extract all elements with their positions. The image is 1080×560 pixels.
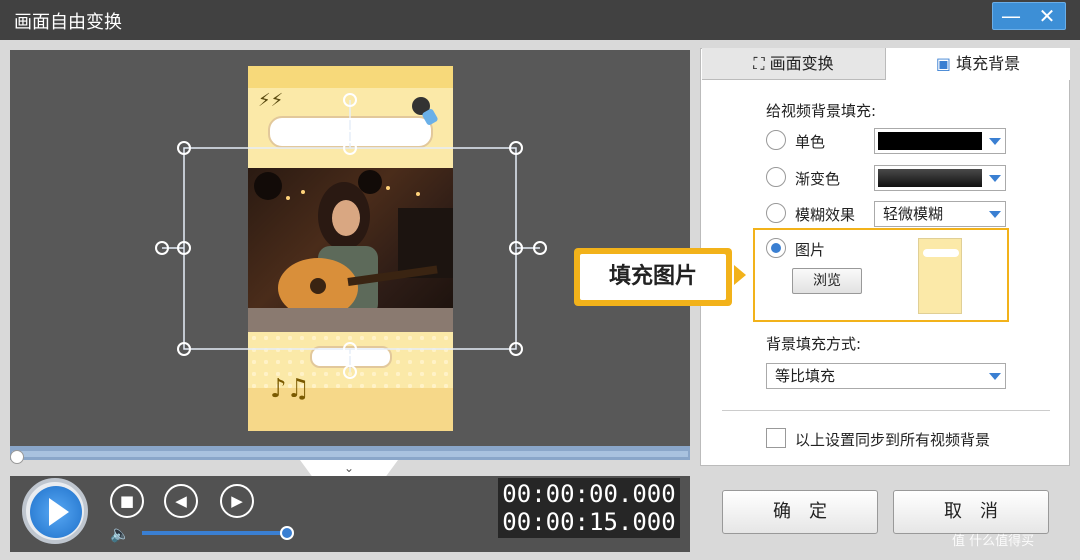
callout-text: 填充图片 [580, 254, 726, 300]
title-bar: 画面自由变换 — ✕ [0, 0, 1080, 40]
dropdown-arrow-icon [989, 211, 1001, 218]
time-display: 00:00:00.000 00:00:15.000 [498, 478, 680, 538]
dropdown-arrow-icon [989, 373, 1001, 380]
tab-transform[interactable]: ⛶ 画面变换 [702, 48, 886, 80]
volume-icon[interactable]: 🔈 [110, 524, 130, 543]
current-time: 00:00:00.000 [502, 480, 676, 508]
blur-level-value: 轻微模糊 [883, 205, 944, 223]
blur-level-select[interactable]: 轻微模糊 [874, 201, 1006, 227]
radio-gradient[interactable] [766, 167, 786, 187]
resize-handle-bottom-right[interactable] [509, 342, 523, 356]
close-button[interactable]: ✕ [1029, 3, 1065, 29]
tab-transform-label: 画面变换 [769, 54, 834, 73]
radio-image-label: 图片 [795, 241, 826, 259]
move-handle-top[interactable] [343, 118, 357, 132]
volume-slider[interactable] [142, 531, 288, 535]
fill-mode-value: 等比填充 [775, 367, 836, 385]
panel-divider [722, 410, 1050, 411]
ok-button[interactable]: 确定 [722, 490, 878, 534]
resize-handle-left[interactable] [177, 241, 191, 255]
rotate-handle-top[interactable] [343, 93, 357, 107]
radio-image[interactable] [766, 238, 786, 258]
total-time: 00:00:15.000 [502, 508, 676, 536]
resize-handle-bottom-left[interactable] [177, 342, 191, 356]
radio-blur-label: 模糊效果 [795, 206, 856, 224]
play-icon [49, 498, 69, 526]
solid-color-swatch [878, 132, 982, 150]
next-frame-button[interactable]: ▶ [220, 484, 254, 518]
sync-all-checkbox[interactable] [766, 428, 786, 448]
timeline-bar [12, 451, 688, 457]
sync-all-label: 以上设置同步到所有视频背景 [795, 431, 991, 449]
fill-mode-heading: 背景填充方式: [766, 335, 862, 353]
resize-handle-top-right[interactable] [509, 141, 523, 155]
resize-handle-right[interactable] [509, 241, 523, 255]
rotate-handle-right[interactable] [533, 241, 547, 255]
crop-icon: ⛶ [753, 54, 770, 73]
resize-handle-bottom[interactable] [343, 342, 357, 356]
gradient-color-picker[interactable] [874, 165, 1006, 191]
window-title: 画面自由变换 [14, 12, 122, 33]
previous-frame-button[interactable]: ◀ [164, 484, 198, 518]
rotate-handle-bottom[interactable] [343, 365, 357, 379]
radio-solid-color[interactable] [766, 130, 786, 150]
tab-fill-background[interactable]: ▣ 填充背景 [886, 48, 1070, 80]
playhead-handle[interactable] [10, 450, 24, 464]
music-note-sticker-icon: ♪♫ [270, 374, 310, 404]
rotate-handle-left[interactable] [155, 241, 169, 255]
cancel-button[interactable]: 取消 [893, 490, 1049, 534]
watermark: 值 什么值得买 [952, 534, 1035, 549]
dropdown-arrow-icon [989, 138, 1001, 145]
stop-button[interactable]: ■ [110, 484, 144, 518]
video-frame-photo [248, 168, 453, 332]
lightning-sticker-icon: ⚡⚡ [258, 90, 284, 111]
radio-gradient-label: 渐变色 [795, 170, 841, 188]
radio-solid-color-label: 单色 [795, 133, 826, 151]
browse-button[interactable]: 浏览 [792, 268, 862, 294]
microphone-sticker-icon [412, 97, 438, 125]
background-top-band [248, 66, 453, 88]
background-image-thumbnail [918, 238, 962, 314]
gradient-color-swatch [878, 169, 982, 187]
fill-background-icon: ▣ [935, 54, 957, 73]
solid-color-picker[interactable] [874, 128, 1006, 154]
resize-handle-top[interactable] [343, 141, 357, 155]
resize-handle-top-left[interactable] [177, 141, 191, 155]
window-buttons: — ✕ [992, 2, 1066, 30]
fill-mode-select[interactable]: 等比填充 [766, 363, 1006, 389]
tab-fill-label: 填充背景 [956, 54, 1021, 73]
chevron-down-icon[interactable]: ⌄ [344, 461, 354, 475]
guitar-player-photo-icon [248, 170, 453, 332]
dropdown-arrow-icon [989, 175, 1001, 182]
fill-heading: 给视频背景填充: [766, 102, 877, 120]
thumbnail-label [923, 249, 959, 257]
volume-slider-handle[interactable] [280, 526, 294, 540]
radio-blur[interactable] [766, 203, 786, 223]
callout-pointer-icon [734, 265, 746, 285]
minimize-button[interactable]: — [993, 3, 1029, 29]
